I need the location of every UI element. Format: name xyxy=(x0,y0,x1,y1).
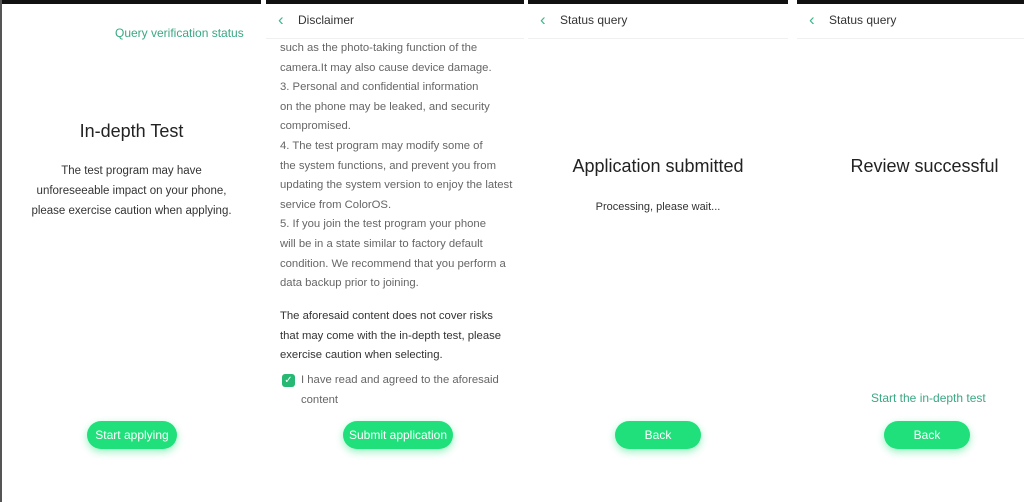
status-text: Processing, please wait... xyxy=(595,201,721,213)
text-line: 4. The test program may modify some of xyxy=(280,139,483,152)
description-line: please exercise caution when applying. xyxy=(31,205,232,217)
header-title: Status query xyxy=(829,13,897,27)
description-line: The test program may have xyxy=(61,165,202,177)
text-line: such as the photo-taking function of the xyxy=(280,42,478,54)
checkmark-icon: ✓ xyxy=(284,375,293,386)
page-title: In-depth Test xyxy=(79,121,184,141)
text-line: camera.It may also cause device damage. xyxy=(280,61,492,74)
screen-disclaimer: ‹ Disclaimer such as the photo-taking fu… xyxy=(266,0,524,502)
top-bar: ‹ Status query xyxy=(797,4,1024,39)
text-line: compromised. xyxy=(280,120,351,133)
warning-text: The aforesaid content does not cover ris… xyxy=(280,307,514,366)
text-line: I have read and agreed to the aforesaid xyxy=(301,374,499,386)
text-line: updating the system version to enjoy the… xyxy=(280,179,513,192)
agree-label[interactable]: I have read and agreed to the aforesaid … xyxy=(301,371,514,410)
query-verification-status-link[interactable]: Query verification status xyxy=(115,26,244,40)
text-line: on the phone may be leaked, and security xyxy=(280,100,490,113)
top-bar: ‹ Status query xyxy=(528,4,788,39)
text-line: will be in a state similar to factory de… xyxy=(280,237,483,250)
description-line: unforeseeable impact on your phone, xyxy=(36,185,227,197)
text-line: the system functions, and prevent you fr… xyxy=(280,159,497,172)
text-line: that may come with the in-depth test, pl… xyxy=(280,329,502,342)
top-bar: ‹ Disclaimer xyxy=(266,4,524,39)
disclaimer-text: such as the photo-taking function of the… xyxy=(280,39,514,294)
back-button[interactable]: Back xyxy=(884,421,970,449)
start-in-depth-test-link[interactable]: Start the in-depth test xyxy=(871,391,986,405)
submit-application-button[interactable]: Submit application xyxy=(343,421,453,449)
agree-checkbox[interactable]: ✓ xyxy=(282,374,295,387)
header-title: Disclaimer xyxy=(298,13,355,27)
screen-success: ‹ Status query Review successful Start t… xyxy=(797,0,1024,502)
text-line: 5. If you join the test program your pho… xyxy=(280,218,486,231)
text-line: 3. Personal and confidential information xyxy=(280,81,479,94)
screen-intro: Query verification status In-depth Test … xyxy=(2,0,261,502)
text-line: service from ColorOS. xyxy=(280,198,392,211)
text-line: content xyxy=(301,393,339,406)
text-line: The aforesaid content does not cover ris… xyxy=(280,310,493,322)
description: The test program may have unforeseeable … xyxy=(2,161,261,221)
header-title: Status query xyxy=(560,13,628,27)
page-title: Review successful xyxy=(850,156,999,176)
back-chevron-icon[interactable]: ‹ xyxy=(540,10,546,30)
text-line: data backup prior to joining. xyxy=(280,277,419,290)
screen-submitted: ‹ Status query Application submitted Pro… xyxy=(528,0,788,502)
back-chevron-icon[interactable]: ‹ xyxy=(809,10,815,30)
status-bar xyxy=(2,0,261,4)
text-line: exercise caution when selecting. xyxy=(280,349,443,362)
text-line: condition. We recommend that you perform… xyxy=(280,257,506,270)
page-title: Application submitted xyxy=(572,156,744,176)
back-button[interactable]: Back xyxy=(615,421,701,449)
start-applying-button[interactable]: Start applying xyxy=(87,421,177,449)
back-chevron-icon[interactable]: ‹ xyxy=(278,10,284,30)
